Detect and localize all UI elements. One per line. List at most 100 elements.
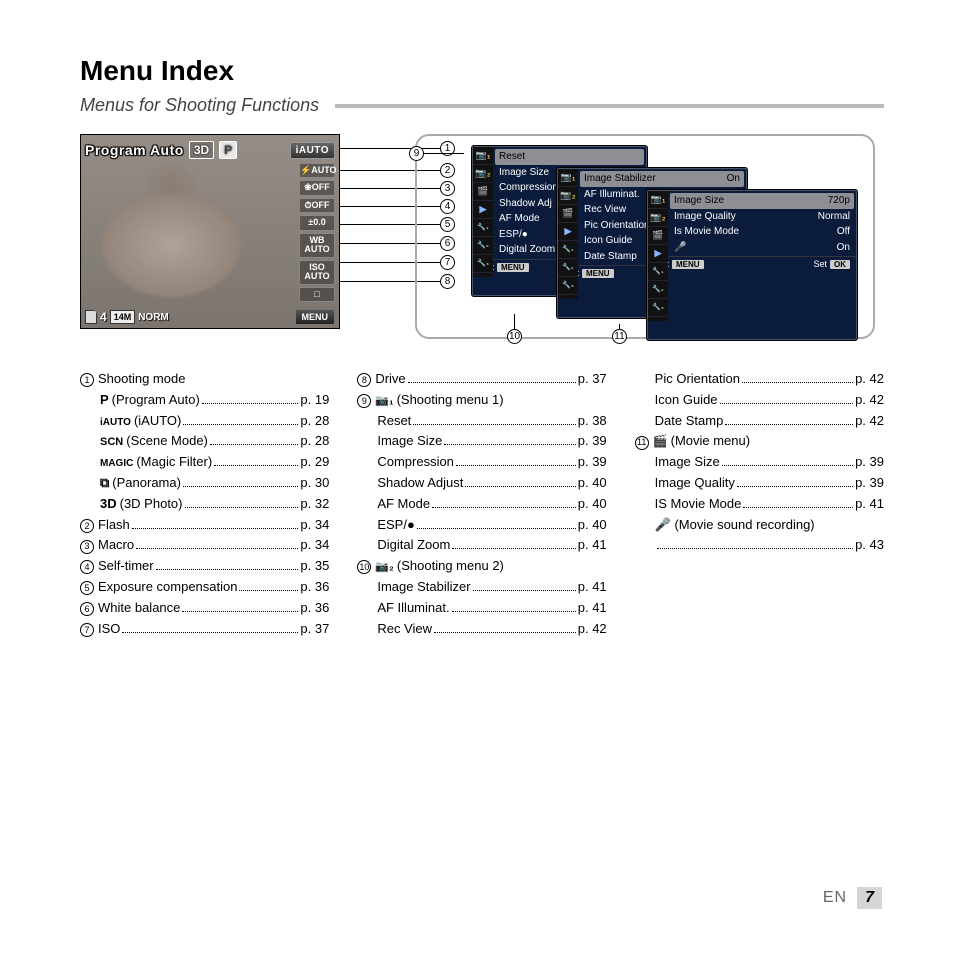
index-col-3: Pic Orientationp. 42 Icon Guidep. 42 Dat… (635, 369, 884, 639)
menu10-row-l: Image Stabilizer (584, 171, 656, 187)
page-ref: p. 28 (300, 431, 329, 452)
index-item: Icon Guide (655, 390, 718, 411)
page-ref: p. 42 (855, 369, 884, 390)
tab-wrench3-icon: 🔧₃ (648, 299, 668, 317)
num-icon: 5 (80, 581, 94, 595)
page-ref: p. 43 (855, 535, 884, 556)
tab-wrench2-icon: 🔧₂ (558, 259, 578, 277)
tab-wrench3-icon: 🔧₃ (473, 255, 493, 273)
tab-wrench1-icon: 🔧₁ (558, 241, 578, 259)
subtitle-divider (335, 104, 884, 108)
index-item: Image Stabilizer (377, 577, 470, 598)
index-item: (iAUTO) (134, 411, 181, 432)
tab-wrench1-icon: 🔧₁ (473, 219, 493, 237)
footer-lang: EN (823, 889, 847, 907)
page-ref: p. 40 (578, 473, 607, 494)
num-icon: 2 (80, 519, 94, 533)
page-ref: p. 36 (300, 577, 329, 598)
mode-3d-icon: 3D (100, 494, 117, 515)
page-ref: p. 41 (578, 577, 607, 598)
num-icon: 11 (635, 436, 649, 450)
page-ref: p. 37 (578, 369, 607, 390)
page-ref: p. 40 (578, 515, 607, 536)
index-col-2: 8Drivep. 37 9📷₁ (Shooting menu 1) Resetp… (357, 369, 606, 639)
lcd-image-size: 14M (110, 310, 136, 324)
menu11-set: Set (813, 259, 827, 269)
num-icon: 9 (357, 394, 371, 408)
num-icon: 7 (80, 623, 94, 637)
index-item: Shadow Adjust (377, 473, 463, 494)
page-ref: p. 42 (855, 390, 884, 411)
menu11-row-r: Normal (818, 209, 850, 225)
mode-iauto-icon: iAUTO (100, 415, 131, 431)
index-item: Image Size (655, 452, 720, 473)
lcd-pill-wb: WB AUTO (299, 233, 335, 258)
index-heading: (Movie menu) (671, 431, 750, 452)
menu10-row-l: AF Illuminat. (584, 187, 640, 203)
tab-camera1-icon: 📷₁ (648, 191, 668, 209)
lcd-illustration: Program Auto 3D P iAUTO ⚡AUTO ❀OFF ⏱OFF … (80, 134, 375, 329)
page-ref: p. 28 (300, 411, 329, 432)
mode-scn-icon: SCN (100, 434, 123, 452)
mode-p-icon: P (100, 390, 109, 411)
menu10-row-l: Rec View (584, 202, 626, 218)
index-item: Self-timer (98, 556, 154, 577)
lcd-pill-iso: ISO AUTO (299, 260, 335, 285)
menu10-row-r: On (727, 171, 740, 187)
lcd-pill-exposure: ±0.0 (299, 215, 335, 230)
page-ref: p. 42 (578, 619, 607, 640)
index-columns: 1Shooting mode P (Program Auto)p. 19 iAU… (80, 369, 884, 639)
menu11-row-r: 720p (828, 193, 850, 209)
movie-icon: 🎬 (653, 432, 668, 451)
lcd-pill-drive: □ (299, 287, 335, 302)
page-ref: p. 39 (578, 431, 607, 452)
page-ref: p. 35 (300, 556, 329, 577)
tab-wrench2-icon: 🔧₂ (648, 281, 668, 299)
tab-movie-icon: 🎬 (473, 183, 493, 201)
page-ref: p. 34 (300, 515, 329, 536)
index-heading: (Shooting menu 2) (397, 556, 504, 577)
index-item: (3D Photo) (120, 494, 183, 515)
callout-9: 9 (409, 146, 424, 161)
camera1-icon: 📷₁ (375, 393, 393, 411)
index-item: AF Mode (377, 494, 430, 515)
menu11-row-l: 🎤 (674, 240, 686, 256)
menu11-row-l: Image Size (674, 193, 724, 209)
menu11-row-l: Is Movie Mode (674, 224, 739, 240)
index-heading: Shooting mode (98, 369, 185, 390)
page-ref: p. 19 (300, 390, 329, 411)
index-item: AF Illuminat. (377, 598, 449, 619)
menu-panels: 9 📷₁ 📷₂ 🎬 ▶ 🔧₁ 🔧₂ 🔧₃ Reset (415, 134, 875, 339)
lcd-pill-timer: ⏱OFF (299, 198, 335, 213)
index-item: Date Stamp (655, 411, 724, 432)
lcd-iauto-badge: iAUTO (290, 142, 335, 159)
index-item: Rec View (377, 619, 432, 640)
tab-wrench1-icon: 🔧₁ (648, 263, 668, 281)
tab-camera1-icon: 📷₁ (473, 147, 493, 165)
page-title: Menu Index (80, 55, 884, 87)
tab-movie-icon: 🎬 (648, 227, 668, 245)
tab-camera1-icon: 📷₁ (558, 169, 578, 187)
sd-card-icon (85, 310, 97, 324)
menu11-row-l: Image Quality (674, 209, 736, 225)
menu10-row-l: Date Stamp (584, 249, 637, 265)
lcd-p-badge: P (219, 141, 237, 159)
footer-page-number: 7 (857, 887, 882, 909)
index-item: Flash (98, 515, 130, 536)
page-ref: p. 39 (855, 452, 884, 473)
page-ref: p. 34 (300, 535, 329, 556)
index-item: (Panorama) (112, 473, 181, 494)
tab-playback-icon: ▶ (473, 201, 493, 219)
page-ref: p. 40 (578, 494, 607, 515)
menu11-row-r: On (837, 240, 850, 256)
num-icon: 10 (357, 560, 371, 574)
callout-10: 10 (507, 329, 522, 344)
index-item: (Scene Mode) (126, 431, 208, 452)
tab-camera2-icon: 📷₂ (558, 187, 578, 205)
menu11-set-btn: OK (830, 260, 850, 269)
lcd-norm: NORM (138, 312, 169, 323)
tab-wrench2-icon: 🔧₂ (473, 237, 493, 255)
page-ref: p. 30 (300, 473, 329, 494)
mode-magic-icon: MAGIC (100, 456, 133, 472)
index-item: ISO (98, 619, 120, 640)
